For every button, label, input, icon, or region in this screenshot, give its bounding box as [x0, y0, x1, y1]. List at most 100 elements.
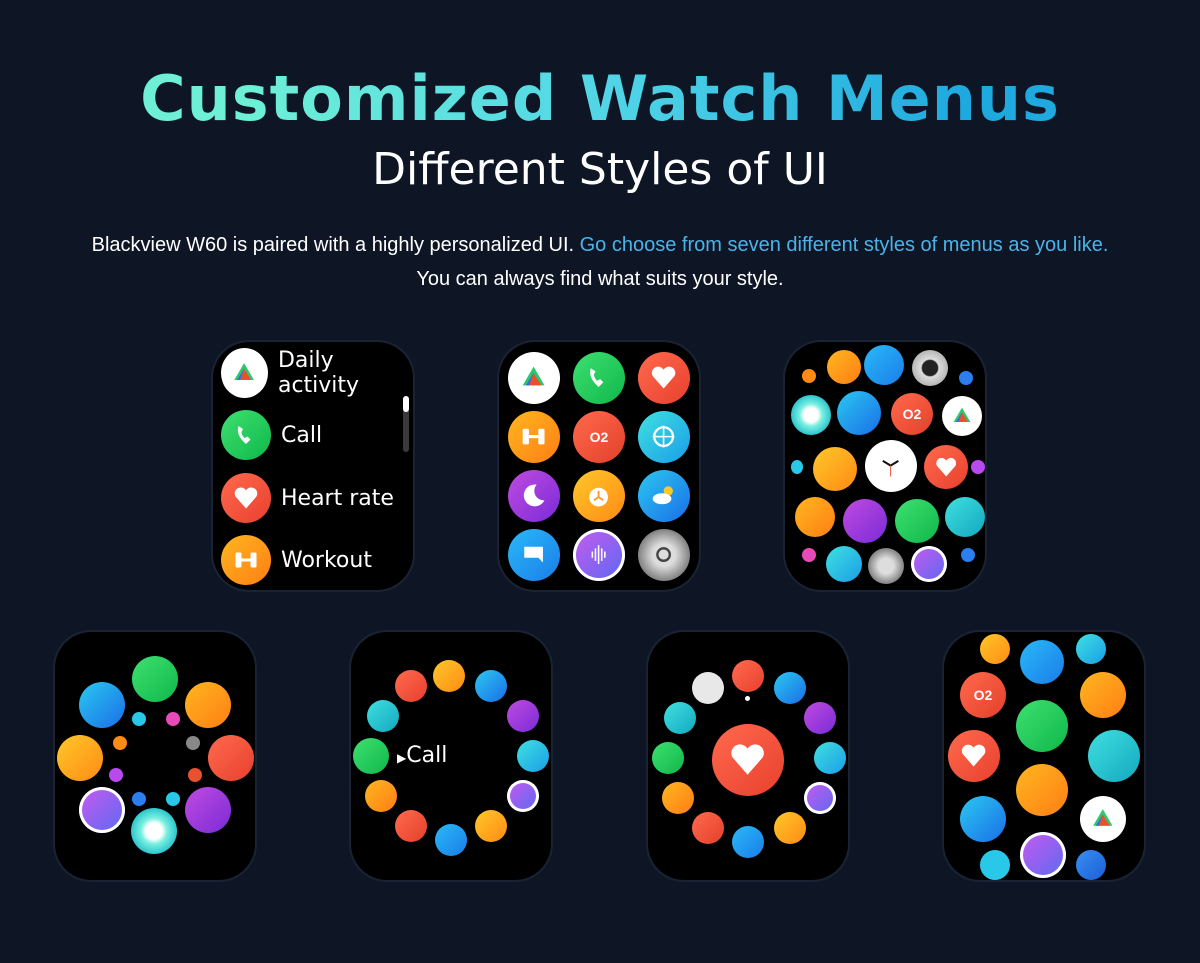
- speedometer-icon[interactable]: [367, 700, 399, 732]
- list-item-daily-activity[interactable]: Daily activity: [221, 348, 413, 398]
- watch-list-style: Daily activity Call Heart rate Workout: [213, 342, 413, 590]
- message-icon[interactable]: [1020, 640, 1064, 684]
- speedometer-icon[interactable]: [945, 497, 985, 537]
- blood-oxygen-icon[interactable]: O2: [960, 672, 1006, 718]
- o2-glyph: O2: [973, 687, 993, 703]
- sleep-icon[interactable]: [185, 787, 231, 833]
- music-small-icon[interactable]: [109, 768, 123, 782]
- blood-oxygen-icon[interactable]: O2: [573, 411, 625, 463]
- settings-gray-small-icon[interactable]: [186, 736, 200, 750]
- breathing-small-icon[interactable]: [132, 712, 146, 726]
- compass-icon[interactable]: [638, 411, 690, 463]
- breathing-icon[interactable]: [131, 808, 177, 854]
- call-icon[interactable]: [132, 656, 178, 702]
- blood-oxygen-icon[interactable]: [692, 812, 724, 844]
- timer-small-icon[interactable]: [113, 736, 127, 750]
- phone-icon[interactable]: [980, 850, 1010, 880]
- blood-oxygen-icon[interactable]: [395, 810, 427, 842]
- voice-assistant-icon[interactable]: [911, 546, 947, 582]
- list-item-workout[interactable]: Workout: [221, 535, 372, 585]
- phone-small-icon[interactable]: [166, 792, 180, 806]
- notes-icon[interactable]: [475, 810, 507, 842]
- heart-rate-icon[interactable]: [638, 352, 690, 404]
- call-icon[interactable]: [1016, 700, 1068, 752]
- voice-assistant-icon[interactable]: [573, 529, 625, 581]
- daily-activity-icon[interactable]: [1080, 796, 1126, 842]
- workout-icon[interactable]: [185, 682, 231, 728]
- clock-face-icon[interactable]: [865, 440, 917, 492]
- heart-rate-icon: [221, 473, 271, 523]
- message-icon[interactable]: [435, 824, 467, 856]
- compass-icon[interactable]: [814, 742, 846, 774]
- heart-rate-icon[interactable]: [208, 735, 254, 781]
- call-icon[interactable]: [895, 499, 939, 543]
- weather-icon[interactable]: [638, 470, 690, 522]
- stopwatch-small-icon[interactable]: [961, 548, 975, 562]
- workout-icon[interactable]: [662, 782, 694, 814]
- flashlight-icon[interactable]: [827, 350, 861, 384]
- sleep-icon[interactable]: [804, 702, 836, 734]
- compass-icon[interactable]: [826, 546, 862, 582]
- heart-rate-icon[interactable]: [732, 660, 764, 692]
- heart-rate-icon[interactable]: [948, 730, 1000, 782]
- alarm-icon[interactable]: [573, 470, 625, 522]
- timer-icon[interactable]: [795, 497, 835, 537]
- settings-icon[interactable]: [868, 548, 904, 584]
- workout-icon[interactable]: [365, 780, 397, 812]
- breathing-icon[interactable]: [791, 395, 831, 435]
- settings-icon[interactable]: [638, 529, 690, 581]
- camera-icon[interactable]: [912, 350, 948, 386]
- scrollbar-thumb[interactable]: [403, 396, 409, 412]
- message-icon[interactable]: [864, 345, 904, 385]
- blood-oxygen-small-icon[interactable]: [188, 768, 202, 782]
- stopwatch-icon[interactable]: [1076, 850, 1106, 880]
- blood-oxygen-icon[interactable]: O2: [891, 393, 933, 435]
- weather-icon[interactable]: [774, 672, 806, 704]
- message-icon[interactable]: [732, 826, 764, 858]
- voice-assistant-icon[interactable]: [1020, 832, 1066, 878]
- call-icon[interactable]: [353, 738, 389, 774]
- sleep-icon[interactable]: [843, 499, 887, 543]
- daily-activity-icon[interactable]: [508, 352, 560, 404]
- voice-assistant-icon[interactable]: [804, 782, 836, 814]
- stopwatch-small-icon[interactable]: [132, 792, 146, 806]
- daily-activity-icon[interactable]: [942, 396, 982, 436]
- music-small-icon[interactable]: [971, 460, 985, 474]
- weather-icon[interactable]: [960, 796, 1006, 842]
- call-icon: [221, 410, 271, 460]
- workout-icon[interactable]: [508, 411, 560, 463]
- notes-icon[interactable]: [774, 812, 806, 844]
- compass-icon[interactable]: [517, 740, 549, 772]
- compass-icon[interactable]: [1076, 634, 1106, 664]
- heart-rate-large-icon[interactable]: [712, 724, 784, 796]
- list-item-call[interactable]: Call: [221, 410, 322, 460]
- timer-icon[interactable]: [1080, 672, 1126, 718]
- heart-rate-icon[interactable]: [395, 670, 427, 702]
- heart-rate-icon[interactable]: [924, 445, 968, 489]
- alarm-icon[interactable]: [813, 447, 857, 491]
- workout-icon[interactable]: [1016, 764, 1068, 816]
- stopwatch-small-icon[interactable]: [959, 371, 973, 385]
- play-arrow-icon: ▶: [397, 751, 407, 765]
- speedometer-icon[interactable]: [664, 702, 696, 734]
- call-icon[interactable]: [652, 742, 684, 774]
- list-item-heart-rate[interactable]: Heart rate: [221, 473, 394, 523]
- calculator-icon[interactable]: [692, 672, 724, 704]
- voice-assistant-icon[interactable]: [507, 780, 539, 812]
- alarm-icon[interactable]: [433, 660, 465, 692]
- settings-small-icon[interactable]: [166, 712, 180, 726]
- message-icon[interactable]: [508, 529, 560, 581]
- weather-icon[interactable]: [79, 682, 125, 728]
- weather-icon[interactable]: [475, 670, 507, 702]
- notes-icon[interactable]: [980, 634, 1010, 664]
- alarm-icon[interactable]: [57, 735, 103, 781]
- phone-small-icon[interactable]: [791, 460, 803, 474]
- sleep-icon[interactable]: [508, 470, 560, 522]
- settings-small-icon[interactable]: [802, 548, 816, 562]
- speedometer-icon[interactable]: [1088, 730, 1140, 782]
- call-icon[interactable]: [573, 352, 625, 404]
- weather-icon[interactable]: [837, 391, 881, 435]
- sleep-icon[interactable]: [507, 700, 539, 732]
- voice-assistant-icon[interactable]: [79, 787, 125, 833]
- flashlight-small-icon[interactable]: [802, 369, 816, 383]
